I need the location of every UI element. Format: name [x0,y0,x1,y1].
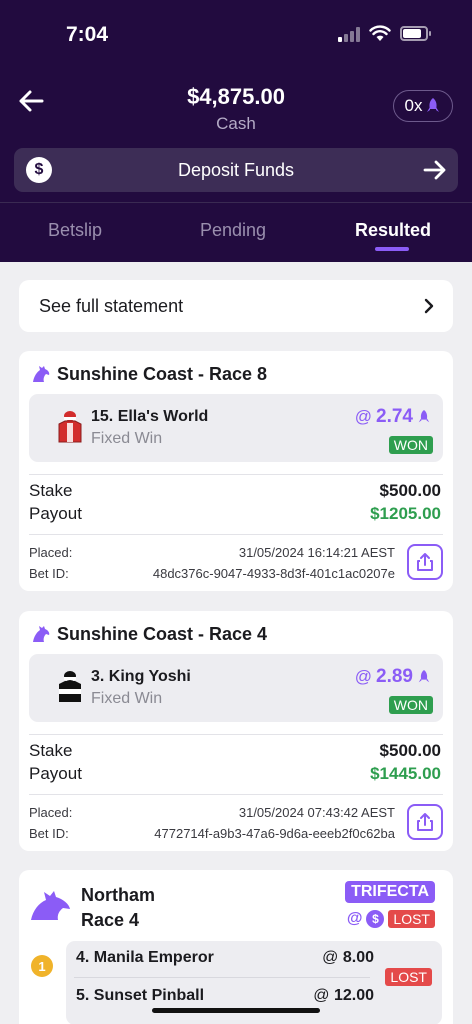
result-badge: WON [388,436,433,454]
stake-value: $500.00 [379,481,441,500]
runner-name: 4. Manila Emperor [76,949,214,966]
divider [29,734,443,735]
odds-prefix: @ [322,949,339,966]
runner-name: 5. Sunset Pinball [76,987,205,1004]
bet-card: Sunshine Coast - Race 4 3. King Yoshi Fi… [19,611,453,851]
race-title: Sunshine Coast - Race 8 [57,364,268,384]
runners-result-badge: LOST [385,968,432,986]
odds-value: 8.00 [342,949,374,966]
wifi-icon [369,25,391,41]
result-badge: LOST [388,910,435,928]
home-indicator[interactable] [152,1008,320,1013]
app-header: 7:04 $4,875.00 Cash 0x $ Deposit Funds B… [0,0,472,262]
divider [29,534,443,535]
deposit-label: Deposit Funds [177,160,295,180]
share-button[interactable] [407,804,443,840]
runner-name: 3. King Yoshi [91,668,191,685]
divider [29,794,443,795]
bet-card: Sunshine Coast - Race 8 15. Ella's World… [19,351,453,591]
exotic-summary: @ $ LOST [347,910,435,928]
deposit-funds-button[interactable]: $ Deposit Funds [14,148,458,192]
bet-type-badge: TRIFECTA [345,881,435,903]
multiplier-button[interactable]: 0x [393,90,453,122]
position-badge: 1 [31,955,53,977]
odds-prefix: @ [313,987,330,1004]
payout-value: $1205.00 [370,504,441,523]
runner-odds: @ 8.00 [322,949,374,967]
forward-arrow-icon [423,160,446,180]
horse-icon [31,891,70,920]
signal-icon [338,26,362,42]
placed-label: Placed: [29,545,73,560]
result-badge: WON [388,696,433,714]
odds-prefix: @ [354,407,373,426]
venue-name: Northam [81,885,156,905]
payout-label: Payout [29,504,82,523]
race-title: Sunshine Coast - Race 4 [57,624,268,644]
odds: @ 2.89 [355,666,431,688]
selection-box: 3. King Yoshi Fixed Win @ 2.89 WON [29,654,443,722]
share-icon [417,553,433,571]
share-button[interactable] [407,544,443,580]
odds-value: 12.00 [333,987,374,1004]
runner-odds: @ 12.00 [313,987,374,1005]
bet-id-value: 48dc376c-9047-4933-8d3f-401c1ac0207e [152,566,395,581]
rocket-icon [418,410,430,423]
stake-value: $500.00 [379,741,441,760]
status-bar: 7:04 [0,0,472,62]
coin-icon: $ [366,910,385,928]
placed-value: 31/05/2024 07:43:42 AEST [238,805,395,820]
runner-name: 15. Ella's World [91,408,209,425]
multiplier-value: 0x [404,96,423,115]
race-number: Race 4 [81,910,140,930]
status-time: 7:04 [66,23,109,46]
odds-prefix: @ [354,667,373,686]
placed-label: Placed: [29,805,73,820]
stake-label: Stake [29,741,73,760]
rocket-icon [427,98,440,112]
chevron-right-icon [424,298,434,314]
odds: @ 2.74 [355,406,431,428]
bet-type: Fixed Win [91,430,163,447]
divider [29,474,443,475]
stake-label: Stake [29,481,73,500]
placed-value: 31/05/2024 16:14:21 AEST [238,545,395,560]
battery-icon [400,26,431,41]
header-divider [0,202,472,203]
active-tab-indicator [375,247,409,251]
full-statement-link[interactable]: See full statement [19,280,453,332]
odds-value: 2.89 [376,666,413,687]
bet-type: Fixed Win [91,690,163,707]
share-icon [417,813,433,831]
selection-box: 15. Ella's World Fixed Win @ 2.74 WON [29,394,443,462]
tab-betslip[interactable]: Betslip [48,220,102,241]
jockey-silk-icon [58,411,82,443]
at-sign: @ [346,910,363,927]
bet-id-label: Bet ID: [29,566,69,581]
horse-icon [33,626,50,642]
payout-label: Payout [29,764,82,783]
bet-id-value: 4772714f-a9b3-47a6-9d6a-eeeb2f0c62ba [154,826,395,841]
jockey-silk-icon [59,671,81,702]
statement-label: See full statement [39,296,184,316]
exotic-bet-card: Northam Race 4 TRIFECTA @ $ LOST 1 4. Ma… [19,870,453,1024]
horse-icon [33,366,50,382]
rocket-icon [418,670,430,683]
odds-value: 2.74 [376,406,413,427]
tab-resulted[interactable]: Resulted [355,220,431,241]
divider [74,977,370,978]
tab-pending[interactable]: Pending [200,220,266,241]
payout-value: $1445.00 [370,764,441,783]
race-title: Northam Race 4 [81,883,155,933]
bet-id-label: Bet ID: [29,826,69,841]
